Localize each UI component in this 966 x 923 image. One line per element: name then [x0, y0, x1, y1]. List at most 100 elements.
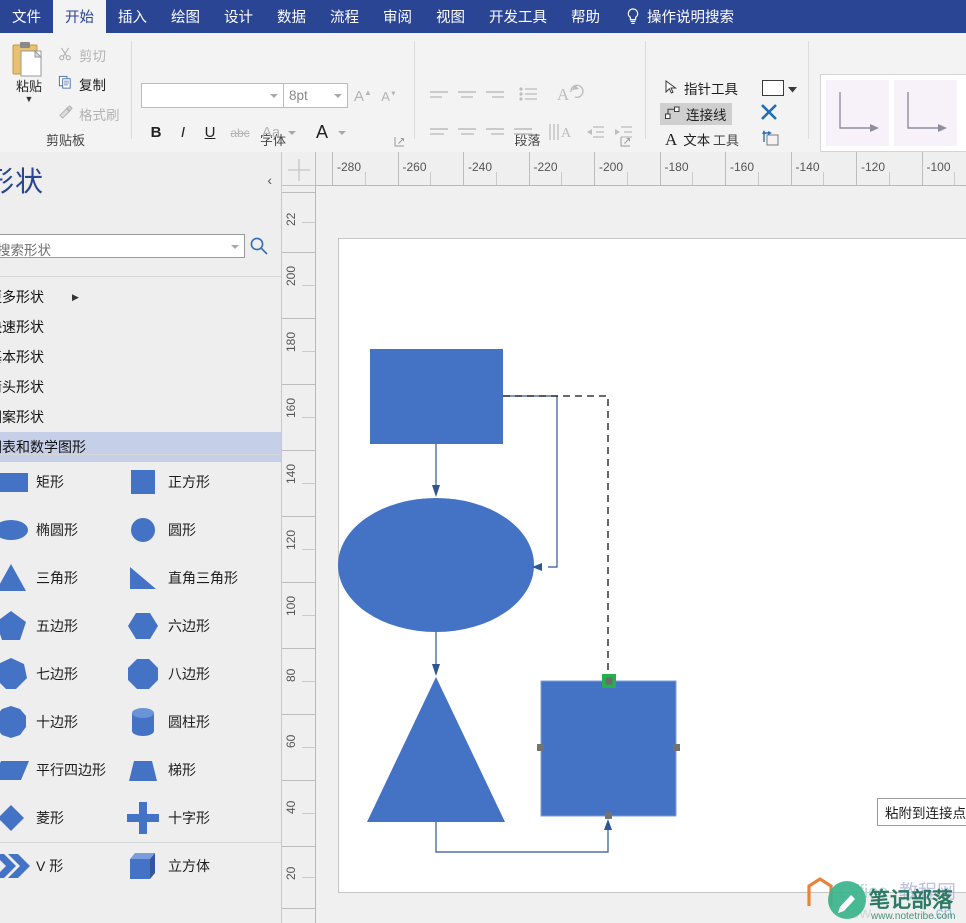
shape-stencil-item[interactable]: 梯形	[124, 746, 196, 794]
grow-font-icon: A▲	[354, 87, 372, 105]
shape-stencil-item[interactable]: 圆形	[124, 506, 196, 554]
change-case-caret-icon[interactable]	[286, 128, 298, 138]
square-shape[interactable]	[540, 680, 677, 817]
chevron-left-icon[interactable]: ‹	[267, 172, 272, 188]
font-color-caret-icon[interactable]	[336, 128, 348, 138]
shape-stencil-item[interactable]: V 形	[0, 842, 63, 890]
shape-stencil-item[interactable]: 十边形	[0, 698, 78, 746]
shape-stencil-item[interactable]: 十字形	[124, 794, 210, 842]
align-top-icon[interactable]	[428, 126, 450, 140]
shape-stencil-item[interactable]: 六边形	[124, 602, 210, 650]
drawing-canvas[interactable]: 粘附到连接点	[316, 186, 966, 923]
tab-5[interactable]: 数据	[265, 0, 318, 33]
tab-10[interactable]: 帮助	[559, 0, 612, 33]
pointer-tool-button[interactable]: 指针工具	[660, 77, 743, 99]
ruler-minor-tick	[561, 172, 563, 185]
connector-style-2[interactable]	[894, 80, 957, 146]
shape-stencil-item[interactable]: 三角形	[0, 554, 78, 602]
tell-me-search[interactable]: 操作说明搜索	[612, 0, 734, 33]
paste-caret-icon[interactable]: ▼	[6, 95, 52, 104]
copy-button[interactable]: 复制	[58, 74, 106, 94]
tab-8[interactable]: 视图	[424, 0, 477, 33]
chevron-down-icon[interactable]	[270, 94, 278, 98]
shape-category-4[interactable]: 图案形状	[0, 402, 281, 432]
chevron-down-icon[interactable]	[334, 94, 342, 98]
connection-handle-bottom[interactable]	[605, 812, 612, 819]
x-icon[interactable]	[760, 103, 778, 121]
shape-stencil-item[interactable]: 菱形	[0, 794, 64, 842]
justify-icon[interactable]	[512, 126, 534, 140]
paste-button[interactable]: 粘贴 ▼	[6, 39, 52, 104]
align-bottom-icon[interactable]	[484, 126, 506, 140]
connector-triangle-to-square[interactable]	[435, 819, 612, 853]
tab-1[interactable]: 开始	[53, 0, 106, 33]
font-size-combo[interactable]: 8pt	[283, 83, 348, 108]
shrink-font-button[interactable]: A▼	[378, 85, 400, 107]
connector-ellipse-to-triangle[interactable]	[432, 632, 440, 676]
font-dialog-launcher[interactable]	[394, 136, 405, 147]
tab-6[interactable]: 流程	[318, 0, 371, 33]
shape-stencil-item[interactable]: 圆柱形	[124, 698, 210, 746]
shape-stencil-item[interactable]: 正方形	[124, 458, 210, 506]
decrease-indent-icon[interactable]	[585, 125, 605, 140]
vertical-ruler[interactable]: 22200180160140120100806040200	[282, 186, 316, 923]
shape-fill-caret-icon[interactable]	[788, 87, 797, 93]
align-middle-icon[interactable]	[456, 126, 478, 140]
bullets-icon[interactable]	[518, 85, 538, 103]
align-right-icon[interactable]	[484, 88, 506, 102]
align-left-icon[interactable]	[428, 88, 450, 102]
connection-handle-left[interactable]	[537, 744, 544, 751]
connector-style-1[interactable]	[826, 80, 889, 146]
rectangle-shape[interactable]	[370, 349, 503, 444]
italic-button[interactable]: I	[173, 122, 193, 142]
tab-7[interactable]: 审阅	[371, 0, 424, 33]
underline-button[interactable]: U	[200, 122, 220, 142]
shape-stencil-item[interactable]: 平行四边形	[0, 746, 106, 794]
connector-rect-to-ellipse[interactable]	[432, 444, 440, 497]
tab-2[interactable]: 插入	[106, 0, 159, 33]
shape-stencil-item[interactable]: 直角三角形	[124, 554, 238, 602]
tab-4[interactable]: 设计	[212, 0, 265, 33]
shape-stencil-item[interactable]: 五边形	[0, 602, 78, 650]
shape-fill-dropdown[interactable]	[762, 80, 784, 96]
tab-9[interactable]: 开发工具	[477, 0, 559, 33]
shape-stencil-item[interactable]: 七边形	[0, 650, 78, 698]
increase-indent-icon[interactable]	[613, 125, 633, 140]
strikethrough-button[interactable]: abc	[228, 124, 252, 142]
connector-style-gallery[interactable]	[820, 74, 966, 152]
text-direction-icon[interactable]: A	[556, 83, 584, 105]
tab-3[interactable]: 绘图	[159, 0, 212, 33]
align-center-icon[interactable]	[456, 88, 478, 102]
font-name-combo[interactable]	[141, 83, 284, 108]
shape-category-0[interactable]: 更多形状 ▶	[0, 282, 281, 312]
tab-0[interactable]: 文件	[0, 0, 53, 33]
line-spacing-icon[interactable]: A	[548, 121, 572, 143]
shape-category-3[interactable]: 箭头形状	[0, 372, 281, 402]
horizontal-ruler[interactable]: -280 -260 -240 -220 -200 -180 -160 -140 -120 -100	[316, 152, 966, 186]
connection-handle-top[interactable]	[605, 677, 613, 685]
arrange-icon[interactable]	[760, 129, 780, 147]
shape-stencil-item[interactable]: 椭圆形	[0, 506, 78, 554]
ruler-corner[interactable]	[282, 152, 316, 186]
text-tool-button[interactable]: A 文本	[660, 128, 715, 150]
ellipse-shape[interactable]	[338, 498, 534, 632]
bold-button[interactable]: B	[146, 122, 166, 142]
chevron-down-icon[interactable]	[231, 245, 239, 249]
connector-tool-button[interactable]: 连接线	[660, 103, 732, 125]
search-shapes-input[interactable]: 搜索形状	[0, 234, 245, 258]
shape-category-1[interactable]: 快速形状	[0, 312, 281, 342]
shape-stencil-item[interactable]: 立方体	[124, 842, 210, 890]
font-color-button[interactable]: A	[311, 121, 333, 143]
triangle-shape[interactable]	[367, 677, 505, 822]
change-case-button[interactable]: Aa	[258, 122, 284, 142]
ruler-tick	[282, 516, 315, 517]
shape-category-2[interactable]: 基本形状	[0, 342, 281, 372]
connection-handle-right[interactable]	[673, 744, 680, 751]
grow-font-button[interactable]: A▲	[352, 85, 374, 107]
search-icon[interactable]	[249, 236, 269, 256]
format-painter-button[interactable]: 格式刷	[58, 104, 120, 124]
ruler-label: -120	[861, 160, 886, 174]
shape-stencil-item[interactable]: 八边形	[124, 650, 210, 698]
shape-stencil-item[interactable]: 矩形	[0, 458, 64, 506]
cut-button[interactable]: 剪切	[58, 45, 106, 65]
